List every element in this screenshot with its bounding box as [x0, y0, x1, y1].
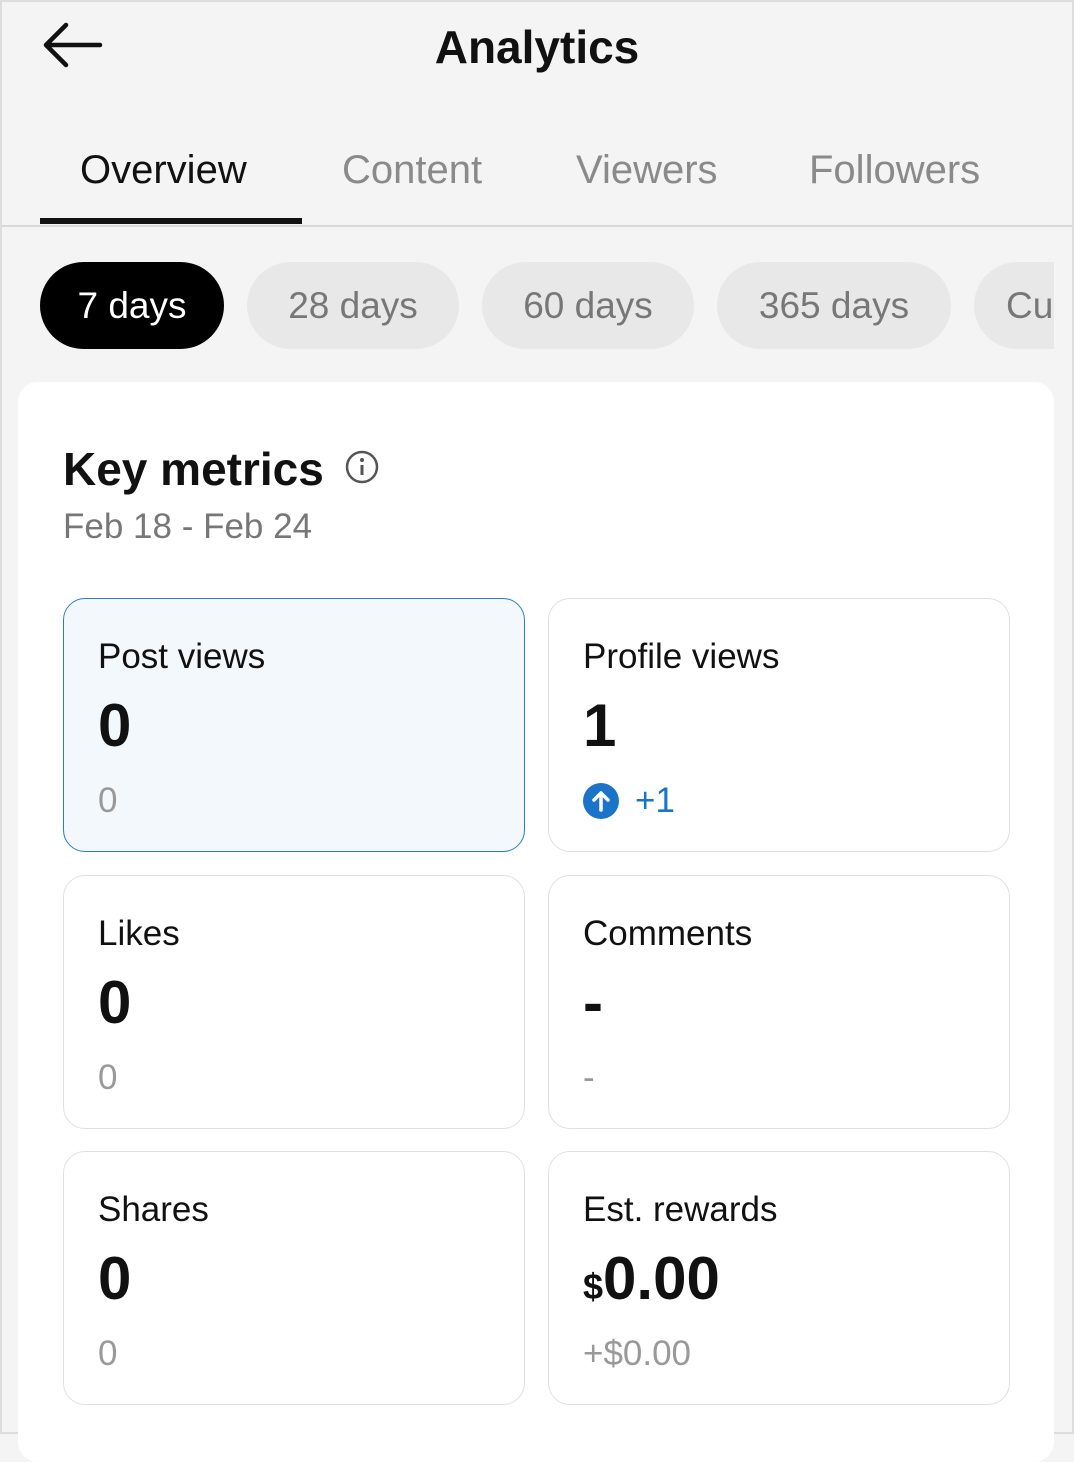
date-range: Feb 18 - Feb 24: [63, 507, 313, 546]
tab-divider: [2, 225, 1072, 227]
tab-followers[interactable]: Followers: [809, 148, 980, 193]
metric-label: Likes: [98, 914, 180, 953]
arrow-up-circle-icon: [583, 783, 619, 819]
metric-post-views[interactable]: Post views 0 0: [63, 598, 525, 852]
metric-value: $0.00: [583, 1244, 720, 1313]
metric-likes[interactable]: Likes 0 0: [63, 875, 525, 1129]
metric-value: -: [583, 969, 603, 1036]
metric-change: -: [583, 1058, 595, 1097]
metric-label: Post views: [98, 637, 266, 676]
metric-value: 1: [583, 692, 617, 759]
range-custom[interactable]: Cu: [974, 262, 1054, 349]
metric-value: 0: [98, 969, 132, 1036]
info-icon[interactable]: [345, 450, 379, 484]
tab-content[interactable]: Content: [342, 148, 482, 193]
metric-label: Comments: [583, 914, 753, 953]
metric-value: 0: [98, 692, 132, 759]
metric-shares[interactable]: Shares 0 0: [63, 1151, 525, 1405]
metric-change: 0: [98, 1058, 118, 1097]
range-7-days[interactable]: 7 days: [40, 262, 224, 349]
metric-change: 0: [98, 1334, 118, 1373]
metric-change-value: +1: [635, 781, 675, 820]
range-365-days[interactable]: 365 days: [717, 262, 951, 349]
metric-change: +1: [583, 781, 675, 821]
metric-label: Shares: [98, 1190, 209, 1229]
metric-change: 0: [98, 781, 118, 820]
metric-change: +$0.00: [583, 1334, 692, 1373]
metric-est-rewards[interactable]: Est. rewards $0.00 +$0.00: [548, 1151, 1010, 1405]
metric-comments[interactable]: Comments - -: [548, 875, 1010, 1129]
metric-profile-views[interactable]: Profile views 1 +1: [548, 598, 1010, 852]
currency-symbol: $: [583, 1266, 604, 1307]
tab-viewers[interactable]: Viewers: [576, 148, 718, 193]
metric-label: Est. rewards: [583, 1190, 778, 1229]
range-60-days[interactable]: 60 days: [482, 262, 694, 349]
metric-value: 0: [98, 1245, 132, 1312]
active-tab-indicator: [40, 218, 302, 224]
page-title: Analytics: [434, 21, 640, 73]
tab-overview[interactable]: Overview: [80, 148, 247, 193]
section-title: Key metrics: [63, 443, 324, 495]
metric-value-number: 0.00: [603, 1245, 720, 1312]
range-28-days[interactable]: 28 days: [247, 262, 459, 349]
metric-label: Profile views: [583, 637, 780, 676]
